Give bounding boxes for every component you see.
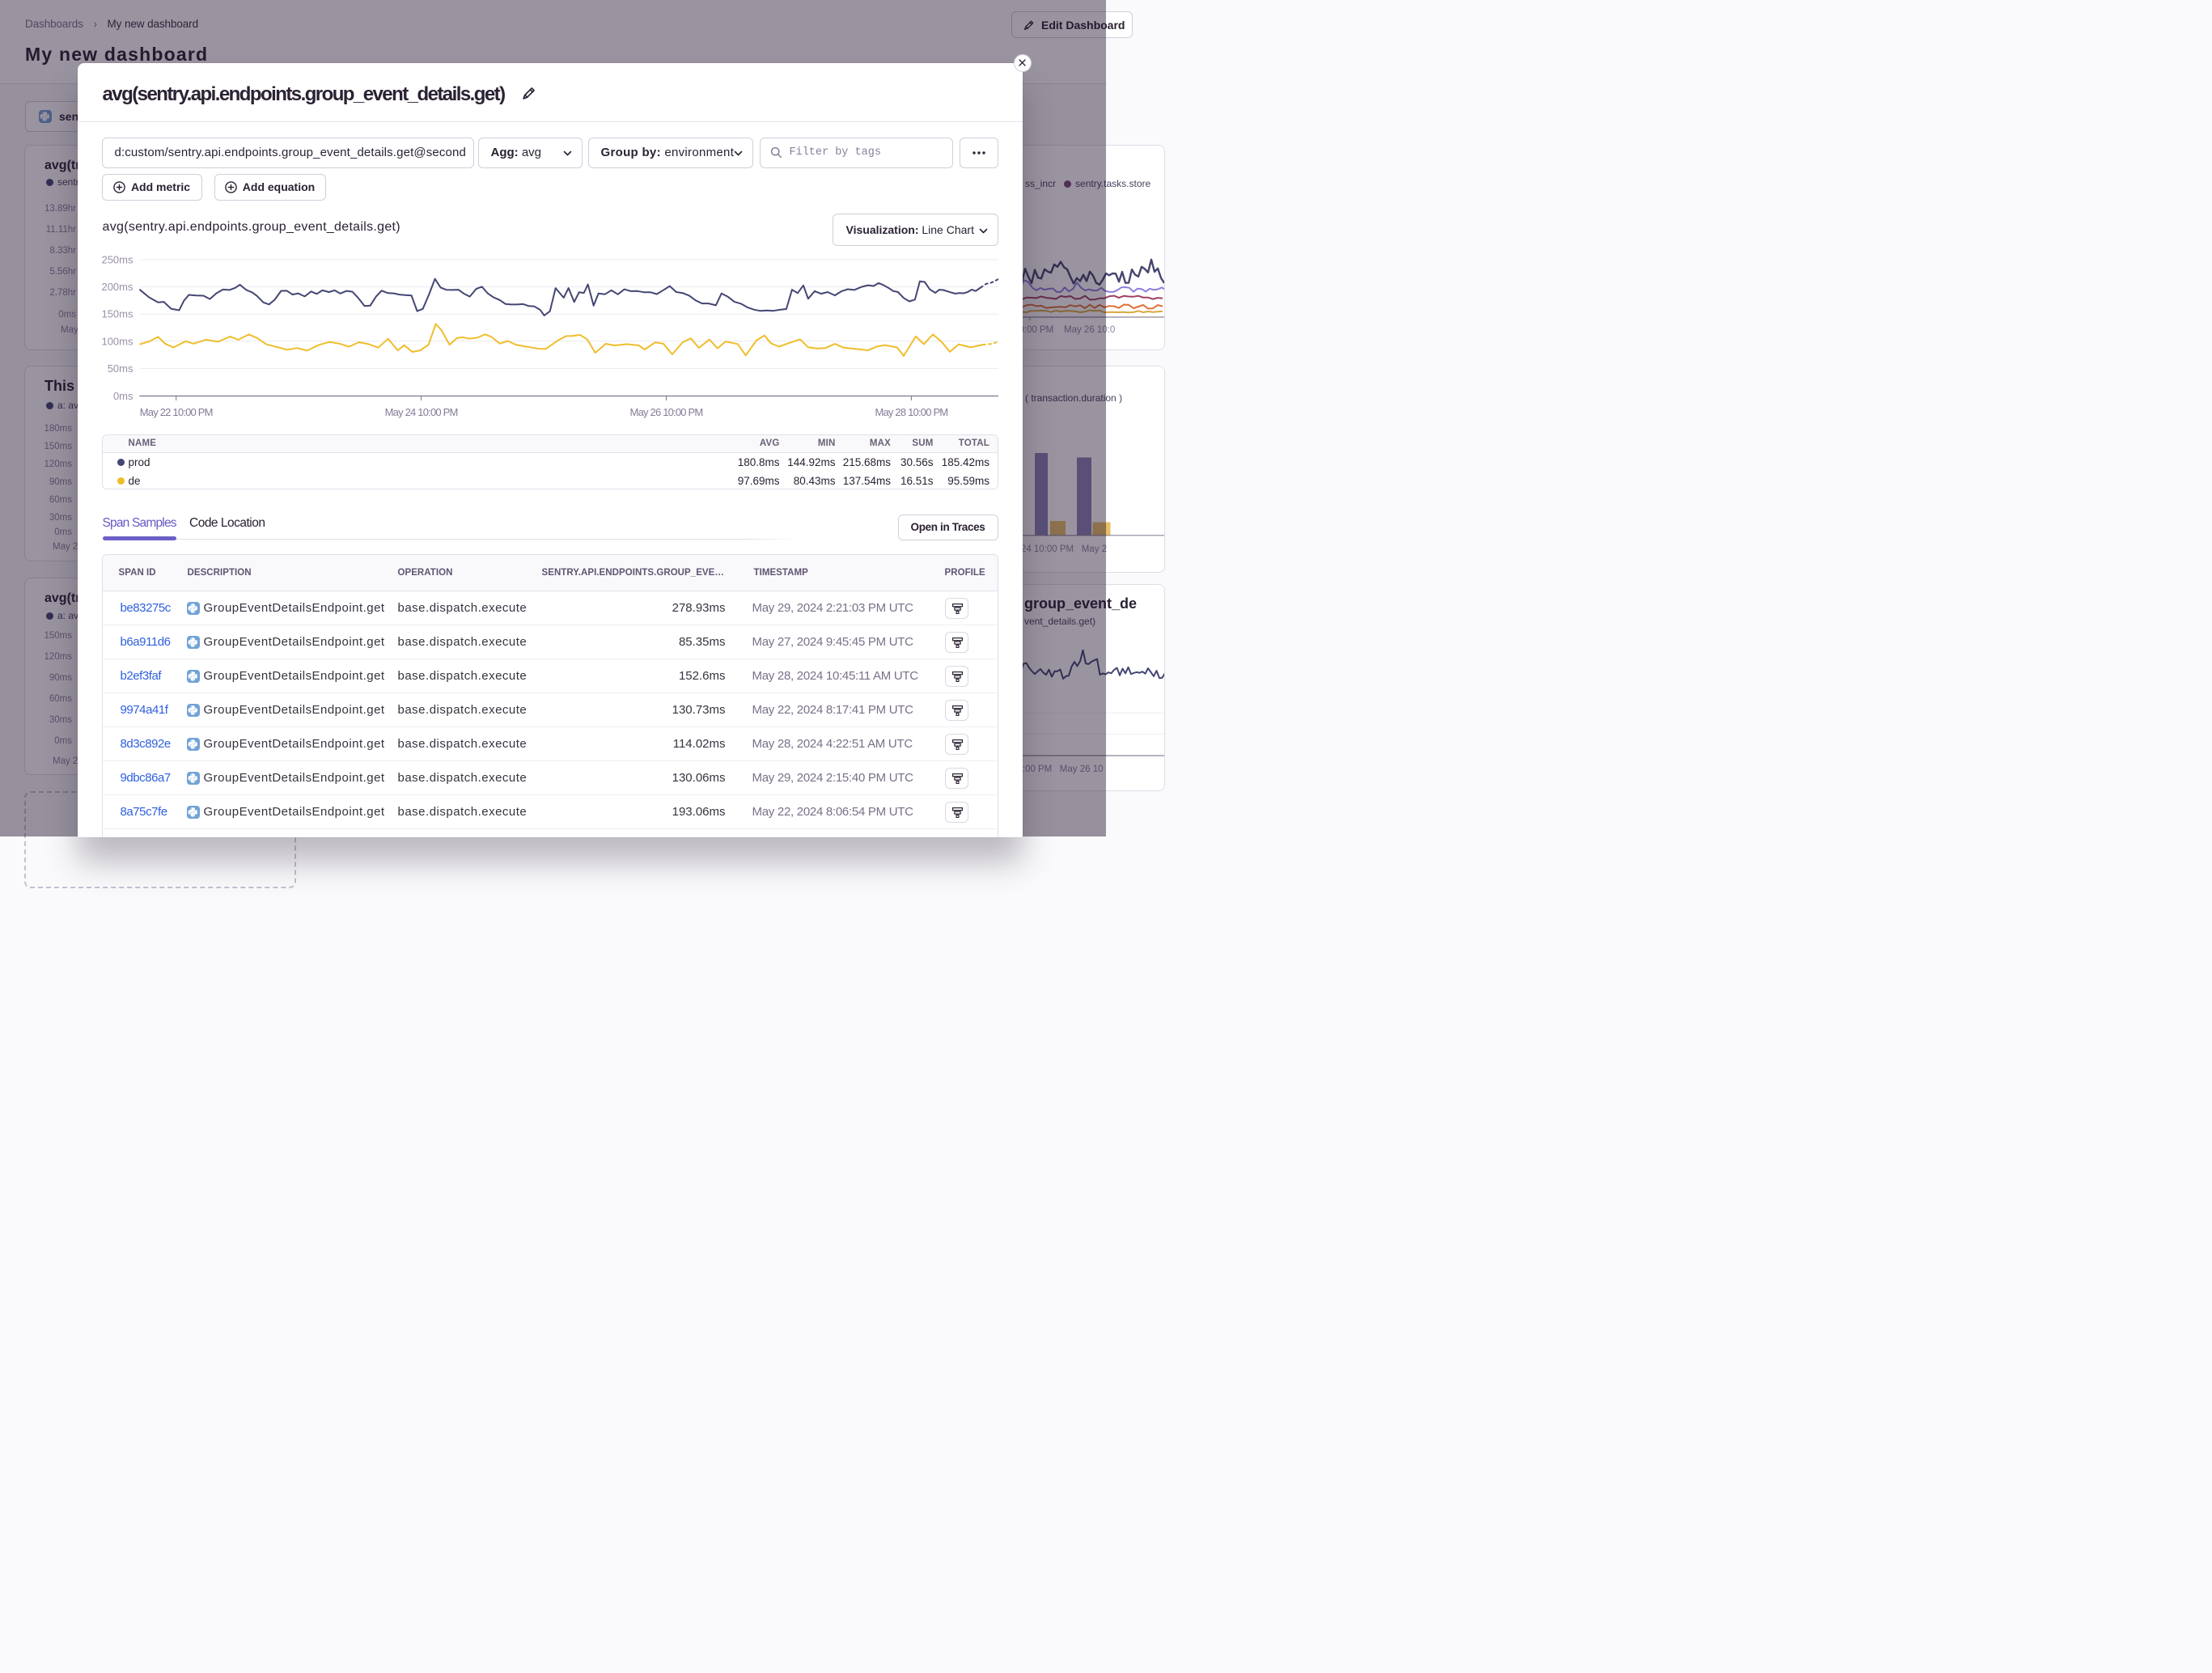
- svg-text:200ms: 200ms: [102, 281, 133, 293]
- svg-text:100ms: 100ms: [102, 335, 133, 347]
- svg-text:May 26 10:00 PM: May 26 10:00 PM: [629, 406, 702, 418]
- svg-text:May 24 10:00 PM: May 24 10:00 PM: [384, 406, 457, 418]
- svg-text:May 22 10:00 PM: May 22 10:00 PM: [139, 406, 212, 418]
- svg-text:0ms: 0ms: [112, 390, 133, 402]
- svg-text:50ms: 50ms: [107, 362, 133, 374]
- svg-text:250ms: 250ms: [102, 253, 133, 265]
- svg-text:150ms: 150ms: [102, 307, 133, 320]
- svg-text:May 28 10:00 PM: May 28 10:00 PM: [875, 406, 947, 418]
